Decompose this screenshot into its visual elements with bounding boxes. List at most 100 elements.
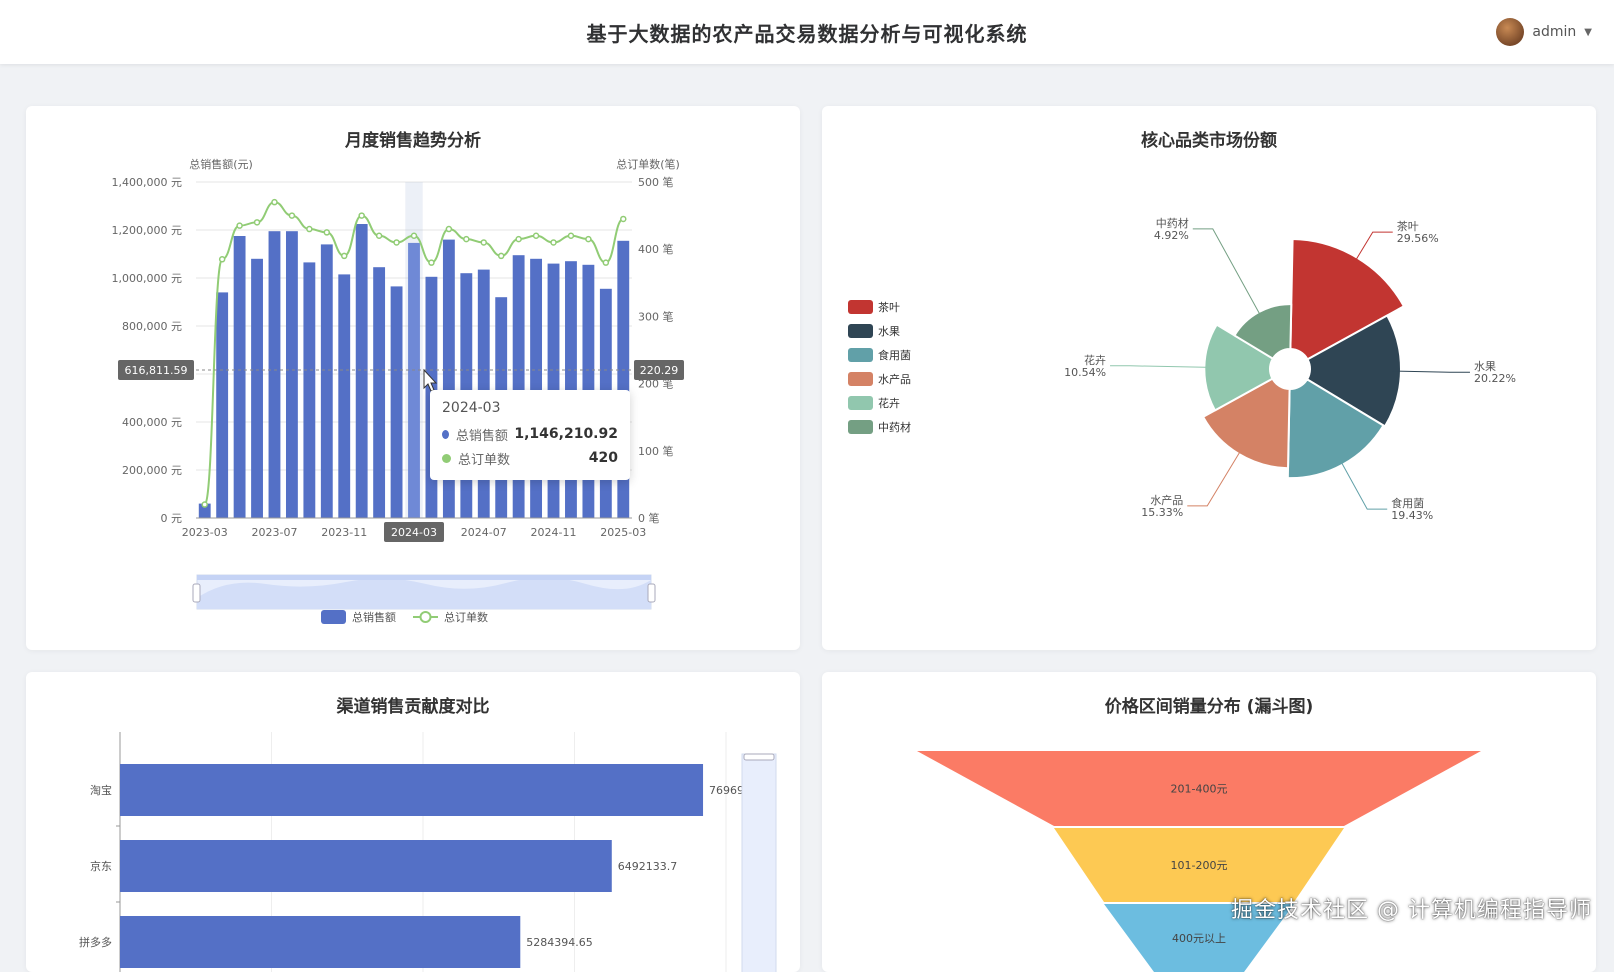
- orders-point[interactable]: [271, 198, 278, 206]
- funnel-stage-label: 201-400元: [1171, 783, 1228, 796]
- y-right-tick-label: 300 笔: [638, 309, 674, 323]
- watermark: 掘金技术社区 @ 计算机编程指导师: [1231, 898, 1592, 923]
- caret-down-icon[interactable]: ▼: [1584, 27, 1592, 38]
- top-header: 基于大数据的农产品交易数据分析与可视化系统 admin ▼: [0, 0, 1614, 64]
- channel-bar-chart[interactable]: 淘宝7696908.65京东6492133.7拼多多5284394.65: [26, 672, 800, 972]
- legend-label[interactable]: 水产品: [878, 372, 911, 386]
- category-rose-chart[interactable]: 茶叶水果食用菌水产品花卉中药材 茶叶29.56%水果20.22%食用菌19.43…: [822, 106, 1596, 650]
- sales-bar[interactable]: [338, 274, 351, 518]
- orders-point[interactable]: [550, 239, 557, 246]
- y-right-tick-label: 500 笔: [638, 175, 674, 189]
- zoom-handle-right[interactable]: [647, 583, 656, 603]
- sales-bar[interactable]: [320, 244, 333, 518]
- legend-label[interactable]: 中药材: [878, 420, 911, 434]
- slice-percent-label: 15.33%: [1141, 506, 1183, 519]
- tooltip-orders-dot: [442, 453, 451, 463]
- sales-bar[interactable]: [233, 236, 246, 518]
- legend-label[interactable]: 水果: [878, 325, 900, 338]
- avatar[interactable]: [1496, 18, 1525, 46]
- sales-bar[interactable]: [390, 286, 403, 518]
- y-left-tick-label: 800,000 元: [122, 320, 182, 333]
- orders-point[interactable]: [288, 212, 296, 219]
- data-zoom-slider[interactable]: [196, 574, 652, 610]
- orders-point[interactable]: [515, 235, 522, 243]
- leader-line: [1392, 370, 1470, 373]
- orders-point[interactable]: [393, 239, 400, 246]
- legend-swatch[interactable]: [848, 300, 873, 314]
- y-right-axis-label: 总订单数(笔): [616, 157, 680, 171]
- zoom-handle-left[interactable]: [192, 583, 201, 603]
- orders-point[interactable]: [602, 259, 610, 266]
- legend-swatch[interactable]: [848, 420, 873, 434]
- orders-point[interactable]: [375, 232, 383, 240]
- slice-percent-label: 19.43%: [1391, 509, 1433, 522]
- tooltip-sales-label: 总销售额: [455, 428, 508, 444]
- orders-point[interactable]: [428, 259, 435, 266]
- legend-sales-label: 总销售额: [352, 610, 396, 624]
- orders-point[interactable]: [497, 252, 505, 260]
- orders-point[interactable]: [253, 219, 261, 226]
- sales-bar[interactable]: [355, 224, 368, 518]
- y-right-pointer-label: 220.29: [640, 364, 679, 377]
- legend-orders-label: 总订单数: [444, 610, 488, 624]
- orders-point[interactable]: [410, 232, 418, 240]
- tooltip-date: 2024-03: [442, 400, 501, 416]
- slice-percent-label: 29.56%: [1397, 232, 1439, 245]
- monthly-trend-chart[interactable]: 总销售额(元) 总订单数(笔) 0 元200,000 元400,000 元600…: [26, 106, 800, 650]
- legend-sales[interactable]: 总销售额: [321, 610, 396, 624]
- sales-bar[interactable]: [216, 292, 229, 518]
- username: admin: [1532, 24, 1577, 40]
- tooltip-orders-label: 总订单数: [458, 452, 511, 468]
- sales-bar[interactable]: [268, 231, 281, 518]
- sales-bar[interactable]: [251, 258, 263, 518]
- orders-point[interactable]: [445, 225, 453, 233]
- orders-point[interactable]: [323, 229, 331, 236]
- x-tick-label: 2023-03: [182, 526, 228, 539]
- y-right-tick-label: 400 笔: [638, 242, 674, 256]
- legend-swatch[interactable]: [848, 372, 873, 386]
- orders-point[interactable]: [532, 232, 540, 240]
- orders-point[interactable]: [463, 235, 470, 243]
- orders-point[interactable]: [358, 212, 365, 219]
- legend-orders[interactable]: 总订单数: [413, 610, 488, 624]
- price-funnel-card: 价格区间销量分布 (漏斗图) 201-400元 101-200元 400元以上: [822, 672, 1596, 972]
- orders-point[interactable]: [236, 222, 243, 229]
- legend-swatch[interactable]: [848, 348, 873, 362]
- orders-point[interactable]: [567, 232, 575, 240]
- orders-point[interactable]: [201, 501, 208, 508]
- slice-name-label: 中药材: [1156, 216, 1189, 230]
- sales-bar[interactable]: [373, 267, 386, 518]
- slice-percent-label: 4.92%: [1154, 229, 1189, 242]
- legend-label[interactable]: 茶叶: [878, 301, 900, 314]
- sales-bar[interactable]: [285, 231, 298, 518]
- sales-bar[interactable]: [303, 262, 316, 518]
- legend-label[interactable]: 食用菌: [878, 348, 911, 362]
- y-left-pointer-label: 616,811.59: [125, 364, 188, 377]
- x-tick-label: 2023-11: [321, 526, 367, 539]
- sales-bar[interactable]: [408, 242, 420, 519]
- x-tick-label: 2024-11: [531, 526, 577, 539]
- orders-point[interactable]: [480, 239, 488, 246]
- channel-category-label: 拼多多: [79, 935, 112, 949]
- monthly-trend-card: 月度销售趋势分析 总销售额(元) 总订单数(笔) 0 元 200,000 元 400…: [26, 106, 800, 650]
- channel-bar[interactable]: [120, 916, 521, 968]
- page-title: 基于大数据的农产品交易数据分析与可视化系统: [586, 22, 1028, 46]
- x-tick-label: 2023-07: [251, 526, 297, 539]
- user-menu[interactable]: admin ▼: [1496, 16, 1592, 48]
- price-funnel-chart[interactable]: 201-400元 101-200元 400元以上: [822, 672, 1596, 972]
- channel-category-label: 京东: [90, 859, 112, 873]
- tooltip-sales-dot: [442, 429, 449, 439]
- tooltip-sales-value: 1,146,210.92: [514, 426, 618, 442]
- legend-swatch[interactable]: [848, 396, 873, 410]
- channel-bar[interactable]: [120, 840, 612, 892]
- legend-swatch[interactable]: [848, 324, 873, 338]
- orders-point[interactable]: [306, 225, 313, 233]
- orders-point[interactable]: [218, 256, 226, 263]
- orders-point[interactable]: [340, 252, 348, 260]
- orders-point[interactable]: [585, 235, 592, 243]
- channel-bar[interactable]: [120, 764, 704, 816]
- channel-zoom-slider[interactable]: [741, 753, 777, 972]
- legend-label[interactable]: 花卉: [878, 397, 900, 410]
- orders-point[interactable]: [620, 215, 627, 223]
- category-share-card: 核心品类市场份额 茶叶 水果 食用菌 水产品 花卉 中药材 茶叶 29.56% 水果 20.22…: [822, 106, 1596, 650]
